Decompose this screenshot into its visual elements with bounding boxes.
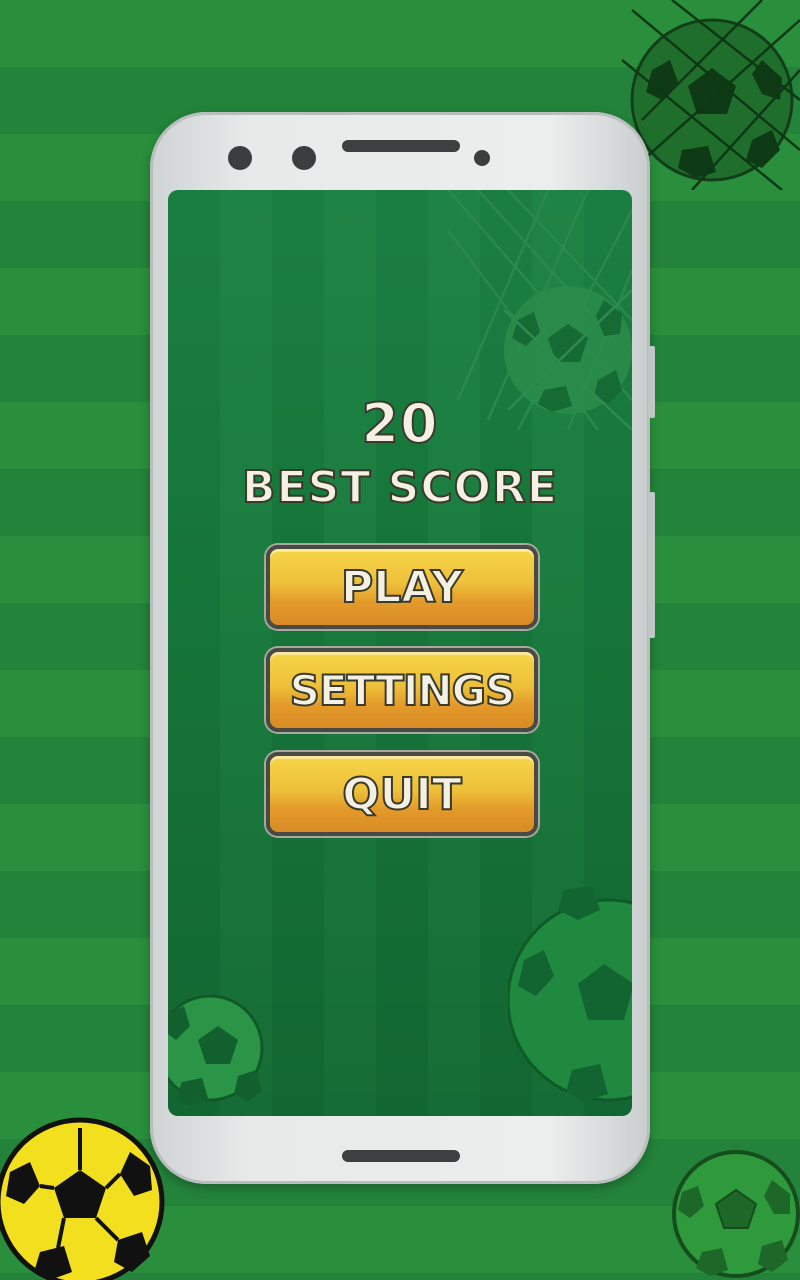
camera-icon <box>292 146 316 170</box>
phone-speaker <box>342 140 460 152</box>
camera-icon <box>228 146 252 170</box>
phone-side-button <box>648 492 655 638</box>
settings-button[interactable]: SETTINGS <box>266 648 538 732</box>
soccer-ball-icon <box>168 994 264 1106</box>
sensor-icon <box>474 150 490 166</box>
phone-bottom-speaker <box>342 1150 460 1162</box>
play-button[interactable]: PLAY <box>266 545 538 629</box>
best-score-value: 20 <box>360 391 439 456</box>
soccer-ball-icon <box>508 886 632 1102</box>
soccer-ball-icon <box>0 1117 165 1280</box>
best-score-label: BEST SCORE <box>241 461 558 514</box>
soccer-ball-icon <box>672 1150 800 1278</box>
quit-button[interactable]: QUIT <box>266 752 538 836</box>
